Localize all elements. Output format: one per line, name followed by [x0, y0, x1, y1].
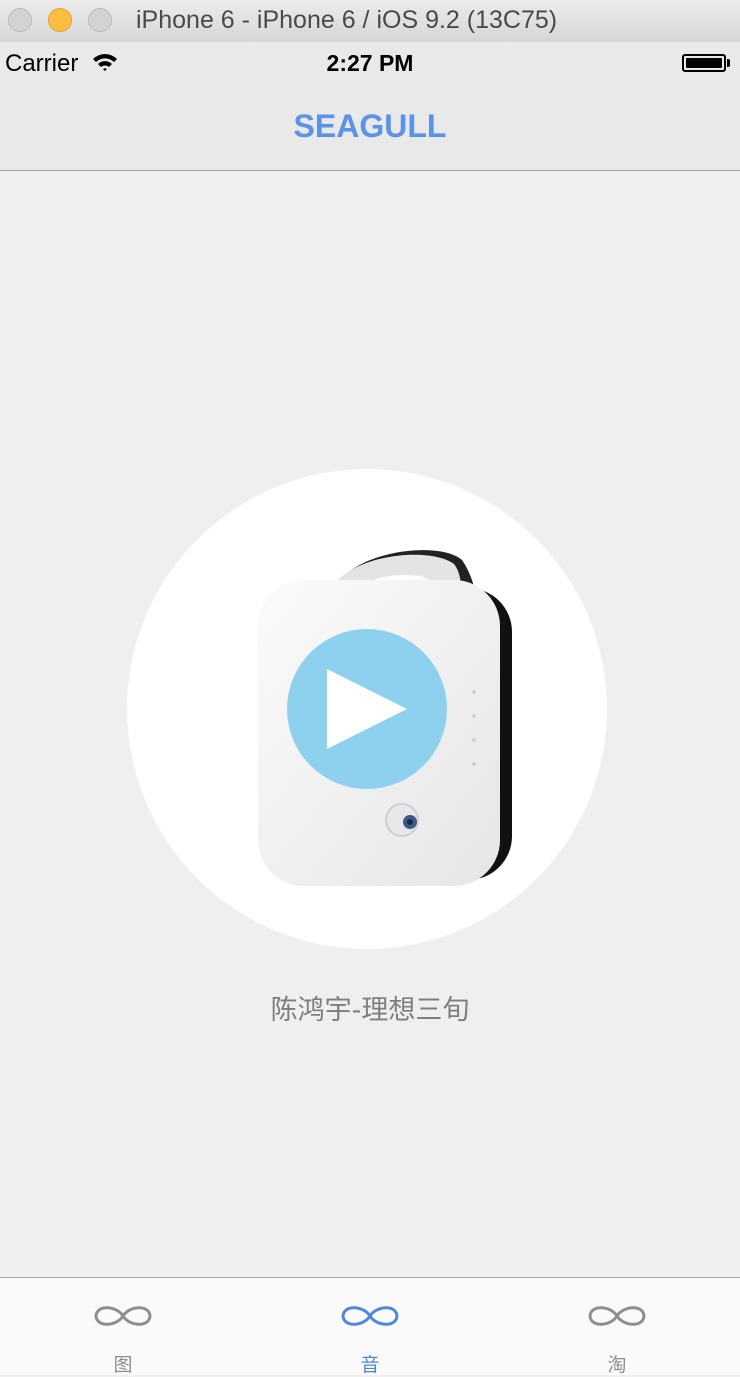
simulator-title-bar: iPhone 6 - iPhone 6 / iOS 9.2 (13C75): [0, 0, 740, 43]
status-bar: Carrier 2:27 PM: [0, 42, 740, 84]
battery-tip: [727, 59, 730, 67]
tab-music[interactable]: 音: [247, 1278, 493, 1376]
song-title: 陈鸿宇-理想三旬: [270, 995, 470, 1026]
status-time: 2:27 PM: [326, 50, 414, 76]
infinity-icon: [588, 1306, 646, 1326]
window-title: iPhone 6 - iPhone 6 / iOS 9.2 (13C75): [136, 6, 558, 34]
nav-title: SEAGULL: [293, 108, 447, 144]
window-close-button[interactable]: [8, 8, 32, 32]
battery-icon: [682, 54, 726, 72]
infinity-icon: [94, 1306, 152, 1326]
play-button[interactable]: [287, 629, 447, 789]
window-zoom-button[interactable]: [88, 8, 112, 32]
tab-images[interactable]: 图: [0, 1278, 246, 1376]
play-icon: [327, 669, 407, 749]
tab-label: 音: [360, 1354, 380, 1376]
tab-shop[interactable]: 淘: [494, 1278, 740, 1376]
window-minimize-button[interactable]: [48, 8, 72, 32]
tab-bar: 图 音 淘: [0, 1277, 740, 1376]
navigation-bar: SEAGULL: [0, 84, 740, 171]
tab-label: 淘: [607, 1354, 627, 1376]
infinity-icon: [341, 1306, 399, 1326]
tab-label: 图: [113, 1354, 133, 1376]
